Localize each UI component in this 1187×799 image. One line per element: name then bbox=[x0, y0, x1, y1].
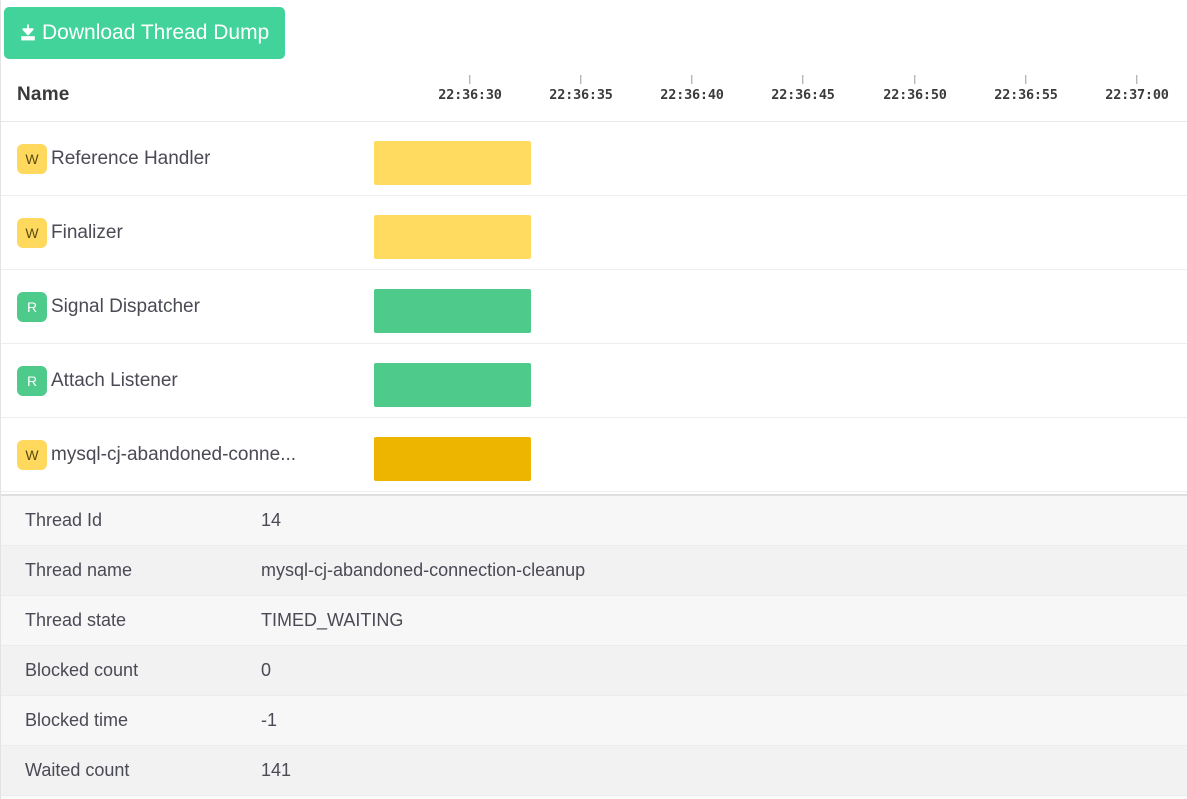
detail-row: Waited count 141 bbox=[1, 746, 1187, 796]
detail-row: Blocked time -1 bbox=[1, 696, 1187, 746]
detail-key: Thread Id bbox=[25, 510, 103, 530]
axis-tick-mark bbox=[580, 75, 582, 84]
axis-tick-mark bbox=[691, 75, 693, 84]
detail-value: mysql-cj-abandoned-connection-cleanup bbox=[261, 560, 586, 580]
download-thread-dump-button[interactable]: Download Thread Dump bbox=[4, 7, 286, 59]
thread-row[interactable]: W Reference Handler bbox=[1, 122, 1187, 196]
axis-tick-6: 22:37:00 bbox=[1105, 75, 1169, 103]
axis-tick-label: 22:36:40 bbox=[660, 87, 724, 103]
thread-row[interactable]: Wmysql-cj-abandoned-conne... bbox=[1, 418, 1187, 492]
thread-name-label: Reference Handler bbox=[51, 148, 211, 169]
axis-tick-label: 22:37:00 bbox=[1105, 87, 1169, 103]
detail-value: 0 bbox=[261, 660, 272, 680]
detail-row: Thread name mysql-cj-abandoned-connection… bbox=[1, 546, 1187, 596]
axis-tick-1: 22:36:35 bbox=[549, 75, 613, 103]
detail-row: Thread state TIMED_WAITING bbox=[1, 596, 1187, 646]
detail-value: 14 bbox=[261, 510, 282, 530]
axis-tick-2: 22:36:40 bbox=[660, 75, 724, 103]
axis-tick-mark bbox=[1025, 75, 1027, 84]
thread-state-badge: R bbox=[17, 292, 47, 322]
thread-name-label: Attach Listener bbox=[51, 370, 178, 391]
axis-tick-mark bbox=[914, 75, 916, 84]
detail-key: Thread state bbox=[25, 610, 127, 630]
thread-name-cell: Wmysql-cj-abandoned-conne... bbox=[17, 418, 296, 492]
detail-key: Blocked count bbox=[25, 660, 139, 680]
thread-name-cell: W Finalizer bbox=[17, 196, 123, 270]
axis-tick-mark bbox=[1136, 75, 1138, 84]
detail-key: Blocked time bbox=[25, 710, 129, 730]
thread-name-label: Finalizer bbox=[51, 222, 123, 243]
thread-timeline-bar[interactable] bbox=[374, 215, 531, 259]
axis-tick-4: 22:36:50 bbox=[883, 75, 947, 103]
axis-tick-label: 22:36:55 bbox=[994, 87, 1058, 103]
time-axis: 22:36:30 22:36:35 22:36:40 22:36:45 22:36:50… bbox=[1, 66, 1187, 121]
thread-row[interactable]: W Finalizer bbox=[1, 196, 1187, 270]
axis-tick-3: 22:36:45 bbox=[771, 75, 835, 103]
timeline-header: Name 22:36:30 22:36:35 22:36:40 22:36:45 22:… bbox=[1, 66, 1187, 122]
thread-timeline-bar[interactable] bbox=[374, 437, 531, 481]
thread-timeline-bar[interactable] bbox=[374, 289, 531, 333]
axis-tick-label: 22:36:35 bbox=[549, 87, 613, 103]
thread-name-cell: W Reference Handler bbox=[17, 122, 210, 196]
axis-tick-label: 22:36:45 bbox=[771, 87, 835, 103]
thread-row[interactable]: R Attach Listener bbox=[1, 344, 1187, 418]
thread-row[interactable]: R Signal Dispatcher bbox=[1, 270, 1187, 344]
thread-name-cell: R Attach Listener bbox=[17, 344, 178, 418]
axis-tick-mark bbox=[802, 75, 804, 84]
axis-tick-5: 22:36:55 bbox=[994, 75, 1058, 103]
thread-name-label: mysql-cj-abandoned-conne... bbox=[51, 444, 297, 465]
thread-state-badge: W bbox=[17, 144, 47, 174]
axis-tick-label: 22:36:50 bbox=[883, 87, 947, 103]
toolbar: Download Thread Dump bbox=[1, 0, 1187, 66]
thread-state-badge: R bbox=[17, 366, 47, 396]
detail-row: Thread Id 14 bbox=[1, 496, 1187, 546]
thread-name-label: Signal Dispatcher bbox=[51, 296, 200, 317]
axis-tick-mark bbox=[469, 75, 471, 84]
axis-tick-label: 22:36:30 bbox=[438, 87, 502, 103]
detail-value: TIMED_WAITING bbox=[261, 610, 404, 630]
detail-value: -1 bbox=[261, 710, 278, 730]
detail-value: 141 bbox=[261, 760, 292, 780]
thread-state-badge: W bbox=[17, 218, 47, 248]
thread-timeline-bar[interactable] bbox=[374, 363, 531, 407]
download-thread-dump-label: Download Thread Dump bbox=[42, 21, 270, 44]
detail-row: Blocked count 0 bbox=[1, 646, 1187, 696]
detail-key: Waited count bbox=[25, 760, 130, 780]
axis-tick-0: 22:36:30 bbox=[438, 75, 502, 103]
thread-state-badge: W bbox=[17, 440, 47, 470]
thread-monitor-panel: Download Thread Dump Name 22:36:30 22:36:… bbox=[0, 0, 1187, 799]
thread-name-cell: R Signal Dispatcher bbox=[17, 270, 200, 344]
thread-list: W Reference Handler W Finalizer R Signal Disp… bbox=[1, 122, 1187, 492]
thread-timeline-bar[interactable] bbox=[374, 141, 531, 185]
detail-key: Thread name bbox=[25, 560, 133, 580]
thread-detail-table: Thread Id 14 Thread name mysql-cj-abandoned… bbox=[1, 494, 1187, 799]
download-icon bbox=[18, 23, 38, 43]
